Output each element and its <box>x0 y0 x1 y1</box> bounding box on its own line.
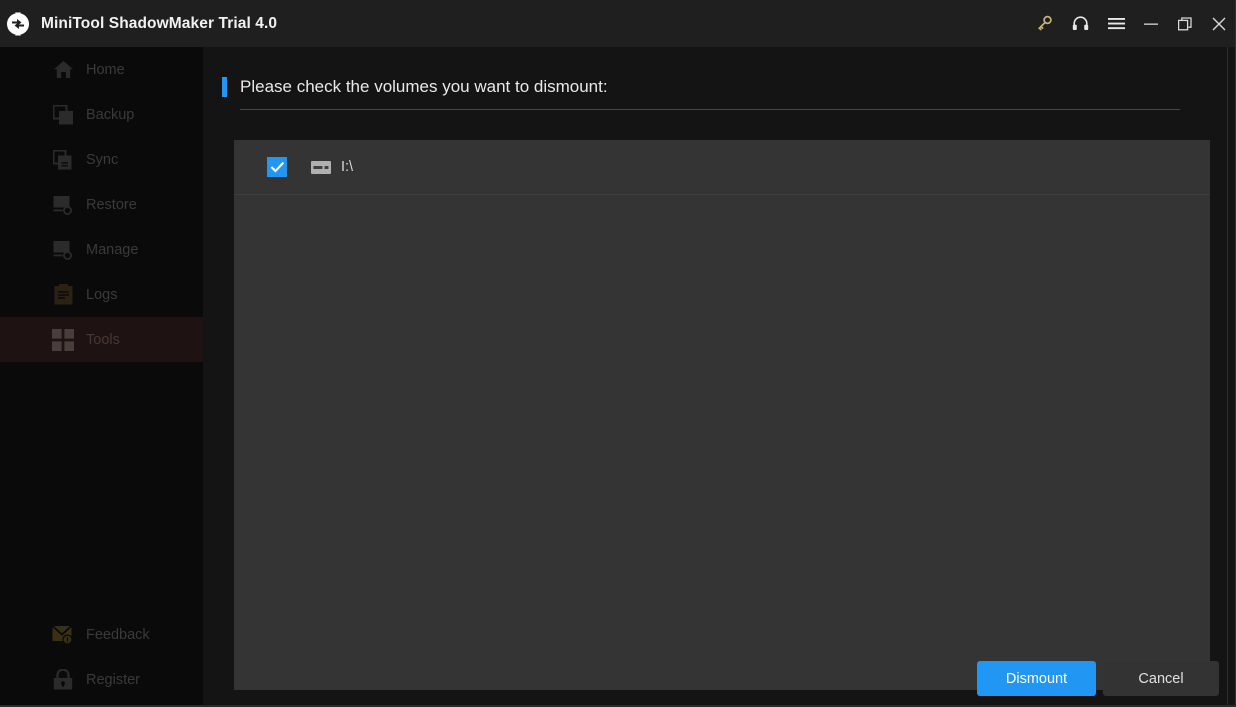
close-button[interactable] <box>1202 4 1235 44</box>
hamburger-menu-icon[interactable] <box>1098 4 1134 44</box>
volume-row[interactable]: I:\ <box>234 140 1210 195</box>
sidebar: Home Backup Sync Restore Manage Logs Too… <box>0 47 203 705</box>
minimize-button[interactable] <box>1134 4 1168 44</box>
window-right-edge <box>1227 47 1228 705</box>
disk-drive-icon <box>310 158 332 176</box>
sidebar-item-label: Feedback <box>86 626 150 643</box>
titlebar: MiniTool ShadowMaker Trial 4.0 <box>0 0 1235 47</box>
feedback-envelope-icon <box>52 624 74 646</box>
sidebar-item-restore[interactable]: Restore <box>0 182 203 227</box>
volume-checkbox[interactable] <box>267 157 287 177</box>
sidebar-item-feedback[interactable]: Feedback <box>0 612 203 657</box>
sidebar-item-label: Tools <box>86 331 120 348</box>
restore-icon <box>52 194 74 216</box>
manage-icon <box>52 239 74 261</box>
sidebar-item-register[interactable]: Register <box>0 657 203 702</box>
backup-icon <box>52 104 74 126</box>
restore-button[interactable] <box>1168 4 1202 44</box>
sidebar-item-logs[interactable]: Logs <box>0 272 203 317</box>
sidebar-nav-top: Home Backup Sync Restore Manage Logs Too… <box>0 47 203 362</box>
logs-icon <box>52 284 74 306</box>
page-heading: Please check the volumes you want to dis… <box>222 77 608 97</box>
headset-icon[interactable] <box>1062 4 1098 44</box>
sidebar-item-label: Home <box>86 61 125 78</box>
refresh-cycle-logo-icon <box>3 9 33 39</box>
sidebar-item-label: Logs <box>86 286 118 303</box>
sidebar-item-manage[interactable]: Manage <box>0 227 203 272</box>
sidebar-item-label: Manage <box>86 241 139 258</box>
app-title: MiniTool ShadowMaker Trial 4.0 <box>41 14 278 32</box>
sidebar-item-label: Backup <box>86 106 135 123</box>
sidebar-item-label: Sync <box>86 151 119 168</box>
heading-divider <box>240 109 1180 110</box>
sidebar-item-backup[interactable]: Backup <box>0 92 203 137</box>
lock-icon <box>52 669 74 691</box>
main-content: Please check the volumes you want to dis… <box>203 47 1235 705</box>
sync-icon <box>52 149 74 171</box>
dialog-footer: Dismount Cancel <box>203 654 1235 705</box>
tools-grid-icon <box>52 328 74 351</box>
dismount-button[interactable]: Dismount <box>977 661 1096 696</box>
home-icon <box>52 59 74 81</box>
volume-list-panel: I:\ <box>234 140 1210 690</box>
app-window: MiniTool ShadowMaker Trial 4.0 Home Back… <box>0 0 1236 707</box>
sidebar-nav-bottom: Feedback Register <box>0 612 203 702</box>
sidebar-item-label: Restore <box>86 196 137 213</box>
page-title: Please check the volumes you want to dis… <box>240 77 608 96</box>
key-icon[interactable] <box>1026 4 1062 44</box>
sidebar-item-label: Register <box>86 671 140 688</box>
sidebar-item-home[interactable]: Home <box>0 47 203 92</box>
heading-accent-bar <box>222 77 227 97</box>
volume-label: I:\ <box>341 159 354 175</box>
sidebar-item-tools[interactable]: Tools <box>0 317 203 362</box>
sidebar-item-sync[interactable]: Sync <box>0 137 203 182</box>
cancel-button[interactable]: Cancel <box>1103 661 1219 696</box>
